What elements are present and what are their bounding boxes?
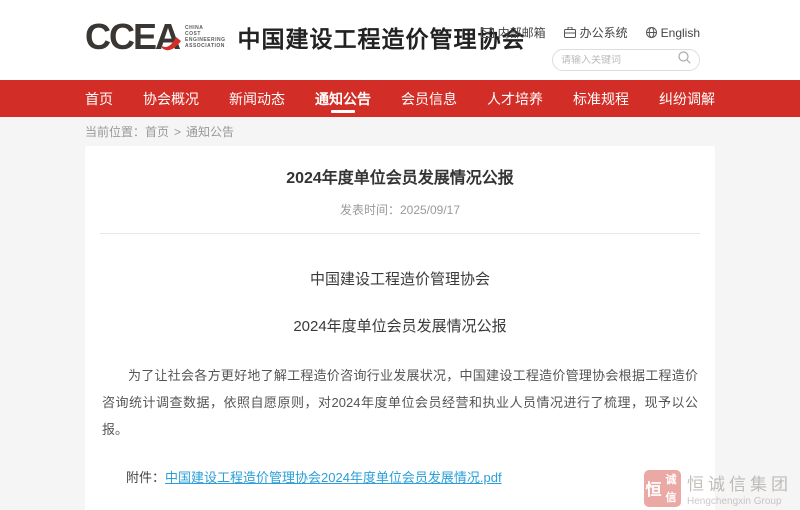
nav-item-standards[interactable]: 标准规程 bbox=[573, 83, 629, 115]
search-box[interactable] bbox=[552, 49, 700, 71]
office-system-link[interactable]: 办公系统 bbox=[564, 24, 628, 41]
article-title: 2024年度单位会员发展情况公报 bbox=[100, 164, 700, 188]
header-utilities: 内部邮箱 办公系统 English bbox=[481, 24, 700, 71]
site-header: CCEA CHINA COST ENGINEERING ASSOCIATION … bbox=[0, 0, 800, 80]
breadcrumb-home-link[interactable]: 首页 bbox=[145, 123, 169, 140]
doc-heading-org: 中国建设工程造价管理协会 bbox=[100, 268, 700, 289]
main-nav: 首页 协会概况 新闻动态 通知公告 会员信息 人才培养 标准规程 纠纷调解 bbox=[0, 80, 800, 117]
nav-item-notices[interactable]: 通知公告 bbox=[315, 83, 371, 115]
nav-item-mediation[interactable]: 纠纷调解 bbox=[659, 83, 715, 115]
logo-subtext-line: ASSOCIATION bbox=[185, 43, 226, 49]
search-input[interactable] bbox=[561, 55, 678, 66]
nav-item-news[interactable]: 新闻动态 bbox=[229, 83, 285, 115]
globe-icon bbox=[646, 27, 657, 38]
attachment-pdf-link[interactable]: 中国建设工程造价管理协会2024年度单位会员发展情况.pdf bbox=[165, 470, 502, 485]
breadcrumb-prefix: 当前位置： bbox=[85, 123, 145, 140]
office-system-label: 办公系统 bbox=[580, 24, 628, 41]
english-link[interactable]: English bbox=[646, 26, 700, 40]
doc-heading-title: 2024年度单位会员发展情况公报 bbox=[100, 315, 700, 336]
internal-mail-label: 内部邮箱 bbox=[498, 24, 546, 41]
breadcrumb: 当前位置： 首页 > 通知公告 bbox=[0, 117, 800, 146]
nav-inner: 首页 协会概况 新闻动态 通知公告 会员信息 人才培养 标准规程 纠纷调解 bbox=[85, 80, 715, 117]
article-publish-date: 发表时间：2025/09/17 bbox=[100, 201, 700, 218]
nav-item-members[interactable]: 会员信息 bbox=[401, 83, 457, 115]
breadcrumb-separator: > bbox=[174, 125, 181, 139]
attachment-label: 附件： bbox=[126, 470, 165, 485]
article-card: 2024年度单位会员发展情况公报 发表时间：2025/09/17 中国建设工程造… bbox=[85, 146, 715, 510]
breadcrumb-current: 通知公告 bbox=[186, 123, 234, 140]
article-paragraph: 为了让社会各方更好地了解工程造价咨询行业发展状况，中国建设工程造价管理协会根据工… bbox=[100, 362, 700, 443]
english-label: English bbox=[661, 26, 700, 40]
nav-item-training[interactable]: 人才培养 bbox=[487, 83, 543, 115]
utility-links: 内部邮箱 办公系统 English bbox=[481, 24, 700, 41]
logo-subtext: CHINA COST ENGINEERING ASSOCIATION bbox=[185, 25, 226, 49]
office-system-icon bbox=[564, 27, 576, 38]
internal-mail-link[interactable]: 内部邮箱 bbox=[481, 24, 546, 41]
site-logo[interactable]: CCEA CHINA COST ENGINEERING ASSOCIATION … bbox=[85, 17, 526, 57]
search-icon[interactable] bbox=[678, 51, 691, 69]
logo-swoosh-icon bbox=[161, 36, 183, 52]
nav-item-about[interactable]: 协会概况 bbox=[143, 83, 199, 115]
attachment-line: 附件：中国建设工程造价管理协会2024年度单位会员发展情况.pdf bbox=[100, 467, 700, 486]
logo-acronym: CCEA bbox=[85, 17, 179, 57]
nav-item-home[interactable]: 首页 bbox=[85, 83, 113, 115]
mail-icon bbox=[481, 28, 494, 38]
article-divider bbox=[100, 233, 700, 234]
